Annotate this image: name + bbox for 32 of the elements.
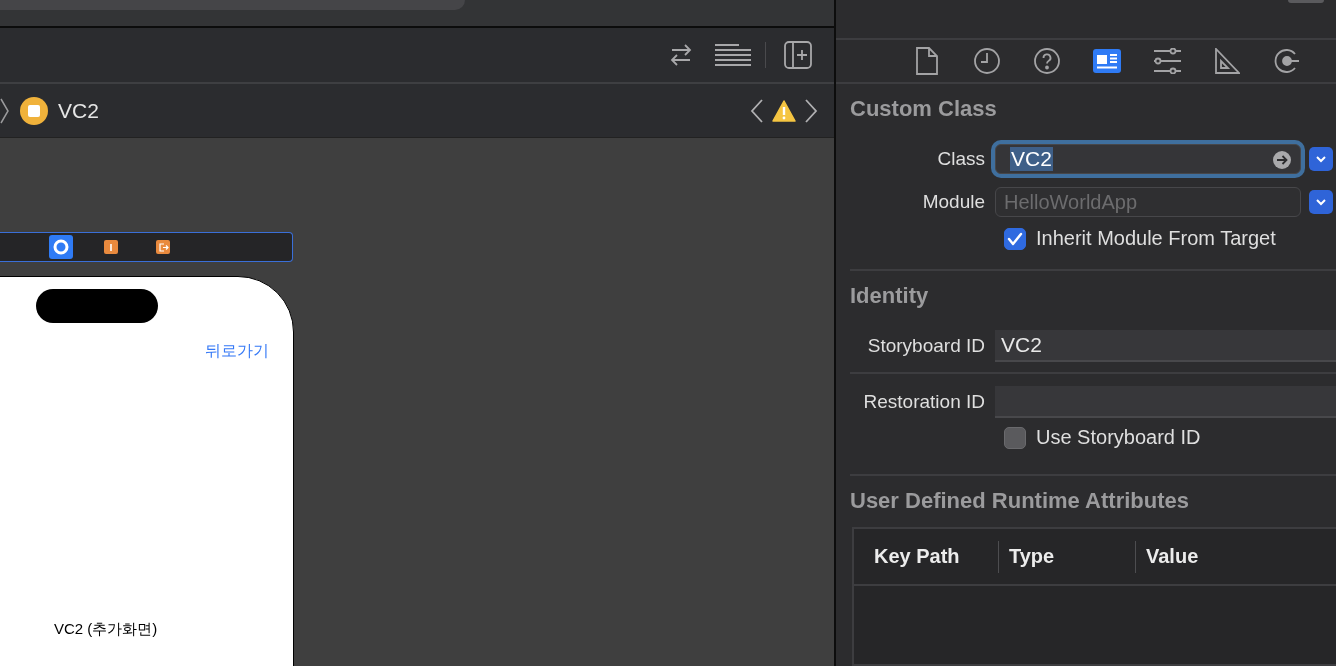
exit-icon: [156, 240, 170, 254]
chevron-left-icon: [750, 98, 764, 123]
arrow-circle-icon[interactable]: [1273, 151, 1291, 169]
restoration-id-field[interactable]: [995, 386, 1336, 418]
storyboard-id-checkbox[interactable]: [1004, 426, 1026, 449]
checkbox-label[interactable]: Inherit Module From Target: [1036, 227, 1276, 250]
inherit-checkbox[interactable]: [1004, 227, 1026, 250]
checkbox-label[interactable]: Use Storyboard ID: [1036, 426, 1201, 449]
section-title: Identity: [849, 283, 930, 309]
chevron-down-icon: [1315, 155, 1327, 163]
warning-icon: [772, 99, 796, 122]
column-header[interactable]: Value: [1136, 545, 1336, 568]
view-controller-icon: [20, 96, 48, 125]
breadcrumb-label[interactable]: VC2: [58, 98, 99, 123]
field-label: Module: [921, 191, 986, 213]
column-header[interactable]: Key Path: [854, 545, 998, 568]
screen-label: VC2 (추가화면): [54, 620, 158, 639]
chevron-down-icon: [1315, 198, 1327, 206]
section-title: Custom Class: [849, 96, 998, 122]
view-controller-icon: [49, 235, 73, 259]
chevron-right-icon: [804, 98, 818, 123]
first-responder-icon: [104, 240, 118, 254]
field-label: Storyboard ID: [866, 335, 986, 357]
back-link[interactable]: 뒤로가기: [205, 341, 269, 362]
dropdown-button[interactable]: [1309, 190, 1333, 214]
column-header[interactable]: Type: [999, 545, 1135, 568]
section-title: User Defined Runtime Attributes: [849, 488, 1190, 514]
field-label: Restoration ID: [862, 391, 986, 413]
chevron-right-icon: [0, 97, 10, 124]
dropdown-button[interactable]: [1309, 147, 1333, 171]
storyboard-id-field[interactable]: VC2: [995, 330, 1336, 362]
field-label: Class: [936, 148, 986, 170]
